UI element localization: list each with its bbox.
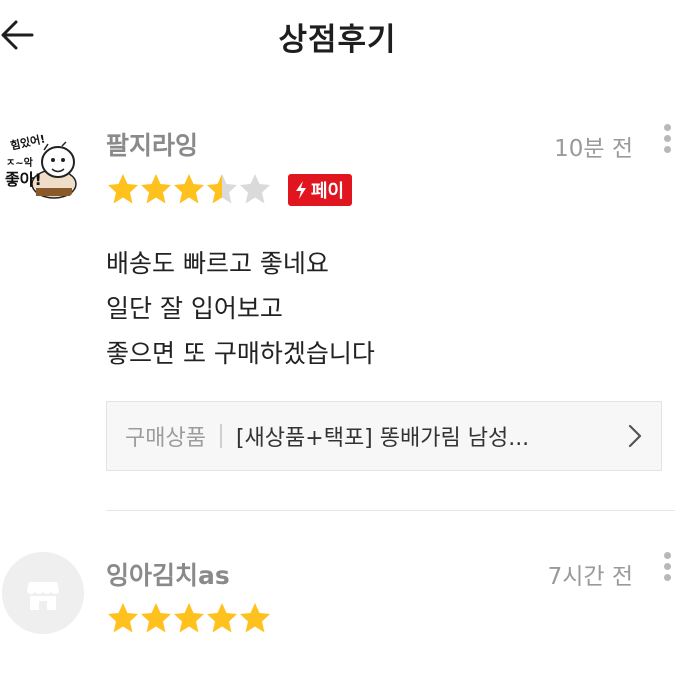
star-full-icon bbox=[108, 603, 138, 633]
product-label: 구매상품 bbox=[125, 426, 206, 451]
separator bbox=[219, 424, 222, 448]
star-full-icon bbox=[207, 603, 237, 633]
star-rating bbox=[106, 172, 271, 206]
avatar[interactable]: 힘있어! ㅈ~악 좋아! bbox=[2, 124, 84, 206]
lightning-icon bbox=[296, 181, 306, 199]
sticker-text-big: 좋아! bbox=[5, 170, 42, 189]
review-text-line: 좋으면 또 구매하겠습니다 bbox=[106, 339, 375, 368]
avatar[interactable] bbox=[2, 552, 84, 634]
more-vertical-icon bbox=[663, 552, 671, 559]
review-text: 배송도 빠르고 좋네요 일단 잘 입어보고 좋으면 또 구매하겠습니다 bbox=[106, 241, 375, 376]
page-title: 상점후기 bbox=[278, 22, 397, 58]
star-half-icon bbox=[207, 174, 237, 204]
pay-badge-label: 페이 bbox=[311, 181, 345, 202]
star-empty-icon bbox=[240, 174, 270, 204]
star-full-icon bbox=[108, 174, 138, 204]
review-time: 7시간 전 bbox=[547, 564, 633, 590]
review-username[interactable]: 잉아김치as bbox=[106, 556, 230, 592]
header: 상점후기 bbox=[0, 0, 675, 72]
review-username[interactable]: 팔지라잉 bbox=[106, 126, 198, 162]
pay-badge: 페이 bbox=[288, 174, 353, 206]
star-full-icon bbox=[174, 174, 204, 204]
review-text-line: 일단 잘 입어보고 bbox=[106, 294, 283, 323]
purchased-product-link[interactable]: 구매상품 [새상품+택포] 똥배가림 남성... bbox=[106, 401, 662, 471]
more-options-button[interactable] bbox=[661, 552, 673, 588]
more-vertical-icon bbox=[663, 124, 671, 131]
shop-icon bbox=[2, 552, 84, 634]
product-name: [새상품+택포] 똥배가림 남성... bbox=[235, 426, 530, 451]
chevron-right-icon bbox=[628, 424, 642, 448]
star-full-icon bbox=[174, 603, 204, 633]
review-divider bbox=[106, 510, 675, 511]
star-rating bbox=[106, 601, 271, 635]
review-text-line: 배송도 빠르고 좋네요 bbox=[106, 249, 329, 278]
star-full-icon bbox=[141, 603, 171, 633]
star-full-icon bbox=[141, 174, 171, 204]
more-options-button[interactable] bbox=[661, 124, 673, 160]
review-time: 10분 전 bbox=[554, 136, 633, 162]
star-full-icon bbox=[240, 603, 270, 633]
